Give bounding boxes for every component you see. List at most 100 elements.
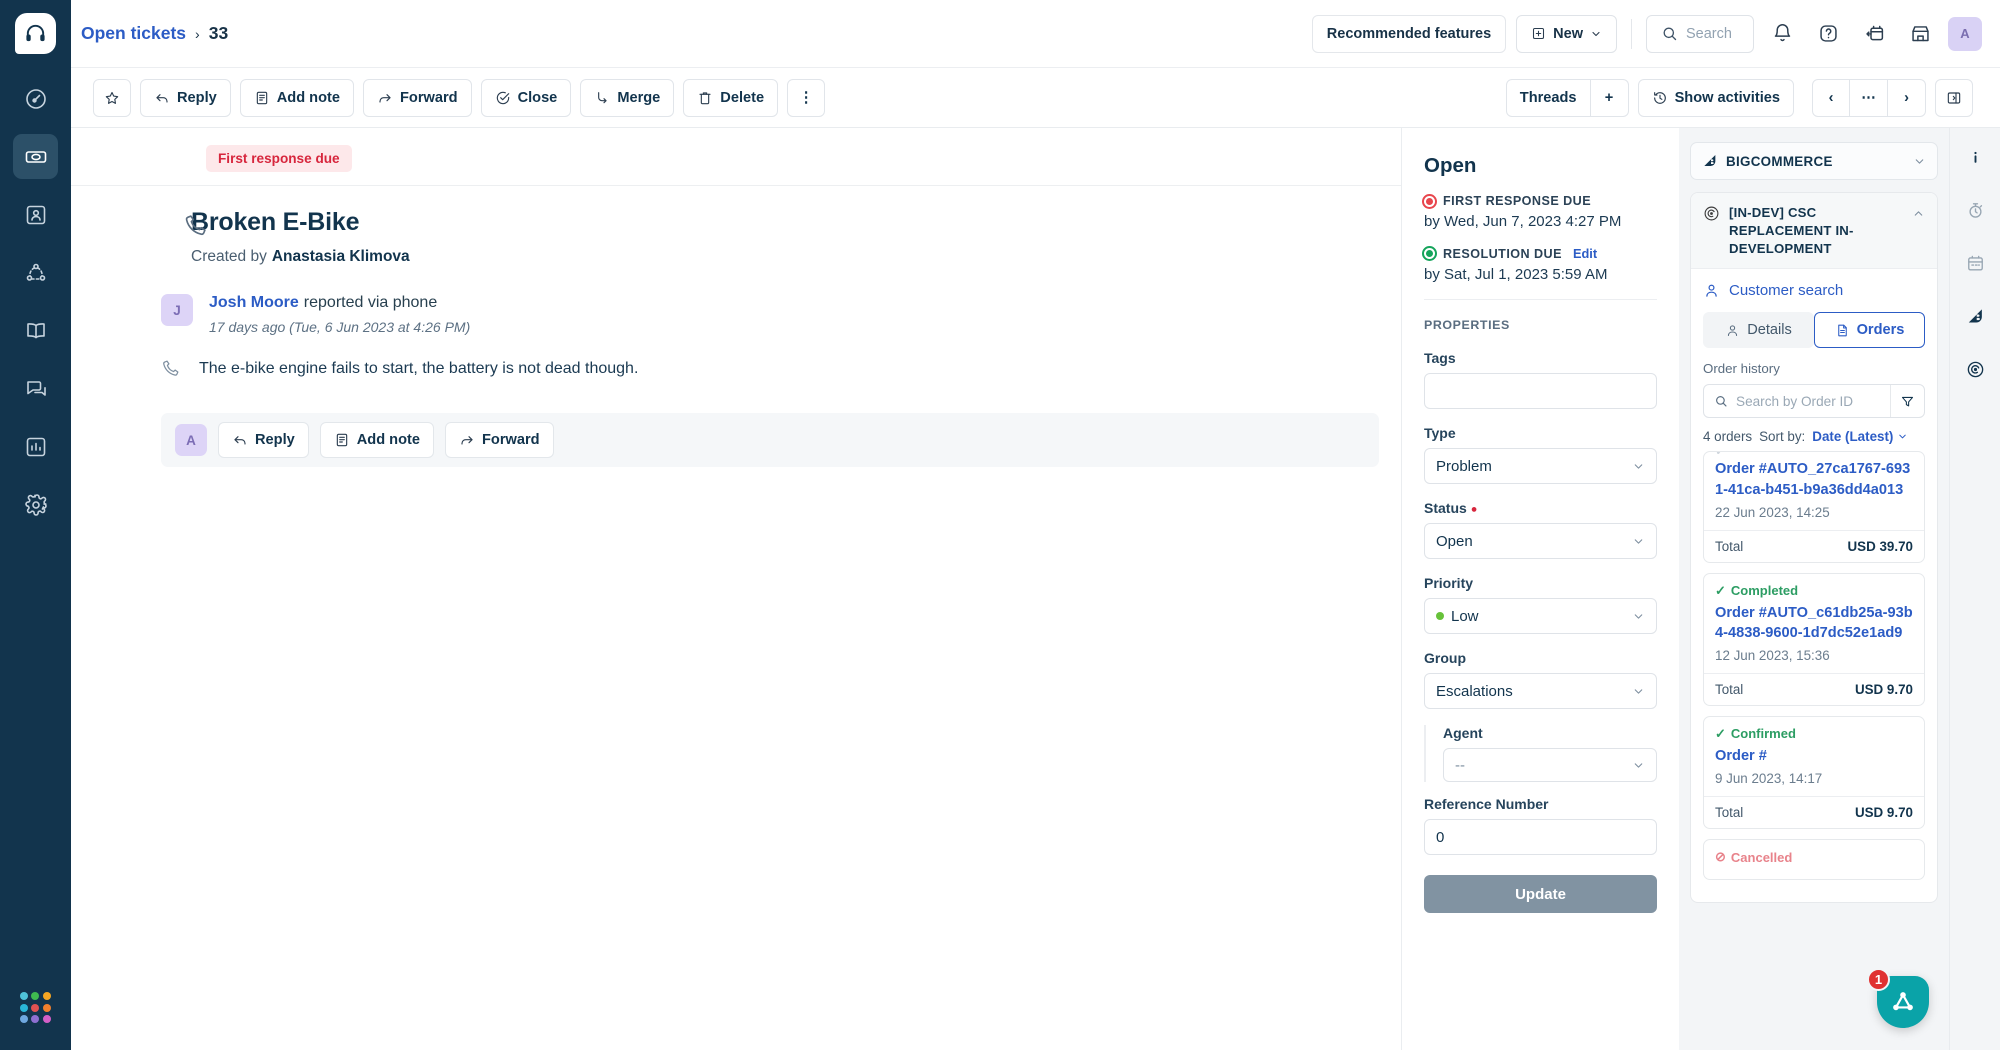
- chevron-down-icon: [1634, 613, 1643, 619]
- chevron-down-icon: [1592, 31, 1600, 36]
- order-card[interactable]: ⊘ Cancelled: [1703, 839, 1925, 881]
- priority-value: Low: [1451, 607, 1479, 625]
- composer-add-note-button[interactable]: Add note: [319, 422, 434, 458]
- sidebar-item-admin[interactable]: [13, 482, 58, 527]
- left-nav-rail: [0, 0, 71, 1050]
- order-search-placeholder: Search by Order ID: [1736, 393, 1854, 409]
- star-icon: [105, 91, 119, 104]
- reply-composer-bar: A Reply Add note Forward: [161, 413, 1379, 467]
- bar-chart-icon: [26, 437, 45, 456]
- user-avatar[interactable]: A: [1948, 16, 1982, 51]
- marketplace-button[interactable]: [1902, 16, 1938, 52]
- group-label: Group: [1424, 650, 1466, 666]
- order-card[interactable]: ✓ Completed Order #AUTO_c61db25a-93b4-4838…: [1703, 572, 1925, 706]
- customer-search-link[interactable]: Customer search: [1691, 269, 1937, 312]
- phone-icon: [185, 215, 206, 236]
- more-actions-button[interactable]: ⋮: [787, 78, 826, 117]
- sidebar-item-solutions[interactable]: [13, 308, 58, 353]
- app-selector[interactable]: BIGCOMMERCE: [1690, 142, 1938, 180]
- add-thread-button[interactable]: +: [1590, 78, 1629, 117]
- order-id-link[interactable]: Order #: [1715, 746, 1913, 766]
- freshchat-fab[interactable]: 1: [1867, 968, 1929, 1028]
- sidebar-item-tickets[interactable]: [13, 134, 58, 179]
- freshdesk-logo[interactable]: [15, 13, 56, 54]
- close-button[interactable]: Close: [480, 78, 572, 117]
- tab-orders[interactable]: Orders: [1814, 312, 1925, 349]
- merge-icon: [598, 91, 607, 103]
- add-note-button[interactable]: Add note: [239, 78, 354, 117]
- order-search-input[interactable]: Search by Order ID: [1704, 394, 1890, 409]
- help-button[interactable]: [1810, 16, 1846, 52]
- update-button[interactable]: Update: [1424, 875, 1657, 913]
- delete-button[interactable]: Delete: [683, 78, 779, 117]
- priority-select[interactable]: Low: [1424, 598, 1657, 634]
- apps-launcher[interactable]: [19, 992, 52, 1024]
- top-bar: Open tickets › 33 Recommended features N…: [71, 0, 2000, 68]
- order-total-label: Total: [1715, 681, 1744, 697]
- order-total-row: Total USD 9.70: [1704, 796, 1924, 828]
- new-button[interactable]: New: [1516, 14, 1617, 53]
- composer-forward-button[interactable]: Forward: [444, 422, 554, 458]
- pager-more-button[interactable]: ⋯: [1850, 78, 1888, 117]
- message-author[interactable]: Josh Moore: [209, 294, 299, 311]
- phone-icon: [163, 360, 179, 376]
- order-card-body: ⊘ Cancelled: [1704, 840, 1924, 879]
- composer-reply-button[interactable]: Reply: [218, 422, 309, 458]
- resolution-edit-link[interactable]: Edit: [1573, 246, 1597, 261]
- threads-button[interactable]: Threads: [1505, 78, 1591, 117]
- order-card[interactable]: ✓ Confirmed Order # 9 Jun 2023, 14:17 Total U…: [1703, 715, 1925, 830]
- merge-button[interactable]: Merge: [580, 78, 675, 117]
- sidebar-item-analytics[interactable]: [13, 424, 58, 469]
- agent-select[interactable]: --: [1443, 748, 1657, 782]
- funnel-icon: [1901, 396, 1914, 407]
- type-select[interactable]: Problem: [1424, 448, 1657, 484]
- sidebar-item-chat[interactable]: [13, 366, 58, 411]
- show-activities-button[interactable]: Show activities: [1637, 78, 1794, 117]
- ticket-status-heading: Open: [1424, 154, 1477, 177]
- merge-button-label: Merge: [617, 89, 661, 106]
- rail-item-time-tracking[interactable]: [1960, 195, 1990, 225]
- sidebar-item-dashboard[interactable]: [13, 76, 58, 121]
- apps-launcher-dot: [19, 1003, 28, 1012]
- order-id-link[interactable]: Order #AUTO_27ca1767-6931-41ca-b451-b9a3…: [1715, 459, 1913, 499]
- rail-item-integration[interactable]: [1960, 354, 1990, 384]
- status-select[interactable]: Open: [1424, 523, 1657, 559]
- customer-search-label: Customer search: [1729, 282, 1844, 300]
- sidebar-item-customers[interactable]: [13, 250, 58, 295]
- sidebar-item-contacts[interactable]: [13, 192, 58, 237]
- notifications-button[interactable]: [1764, 16, 1800, 52]
- sort-value: Date (Latest): [1812, 429, 1894, 445]
- reply-button[interactable]: Reply: [140, 78, 231, 117]
- stopwatch-icon: [1968, 202, 1982, 218]
- collapse-panel-button[interactable]: [1935, 78, 1973, 117]
- order-status-icon: ✓: [1715, 725, 1726, 741]
- search-input[interactable]: Search: [1646, 14, 1754, 53]
- top-bar-actions: Recommended features New Search A: [1311, 14, 1982, 53]
- rail-item-info[interactable]: [1960, 142, 1990, 172]
- calendar-ticket-icon: [1865, 25, 1883, 41]
- calendar-ticket-button[interactable]: [1856, 16, 1892, 52]
- prev-ticket-button[interactable]: ‹: [1812, 78, 1850, 117]
- rail-item-bigcommerce[interactable]: [1960, 301, 1990, 331]
- forward-button[interactable]: Forward: [362, 78, 472, 117]
- rail-item-calendar[interactable]: [1960, 248, 1990, 278]
- tab-details[interactable]: Details: [1703, 312, 1814, 349]
- calendar-icon: [1967, 255, 1983, 271]
- group-select[interactable]: Escalations: [1424, 673, 1657, 709]
- order-filter-button[interactable]: [1890, 385, 1924, 418]
- help-circle-icon: [1819, 25, 1837, 42]
- recommended-features-button[interactable]: Recommended features: [1311, 14, 1507, 53]
- app-card-header[interactable]: [IN-DEV] CSC REPLACEMENT IN-DEVELOPMENT: [1691, 193, 1937, 270]
- composer-forward-label: Forward: [481, 432, 540, 448]
- order-card[interactable]: ✓ —— Order #AUTO_27ca1767-6931-41ca-b451-…: [1703, 451, 1925, 563]
- sort-value-dropdown[interactable]: Date (Latest): [1812, 429, 1908, 444]
- order-id-link[interactable]: Order #AUTO_c61db25a-93b4-4838-9600-1d7d…: [1715, 603, 1913, 643]
- tags-input[interactable]: [1424, 373, 1657, 409]
- chevron-down-icon: [1634, 538, 1643, 544]
- breadcrumb: Open tickets › 33: [81, 23, 228, 44]
- reference-number-input[interactable]: 0: [1424, 819, 1657, 855]
- star-button[interactable]: [93, 78, 131, 117]
- next-ticket-button[interactable]: ›: [1888, 78, 1926, 117]
- field-agent: Agent --: [1424, 725, 1657, 782]
- breadcrumb-parent[interactable]: Open tickets: [81, 23, 186, 44]
